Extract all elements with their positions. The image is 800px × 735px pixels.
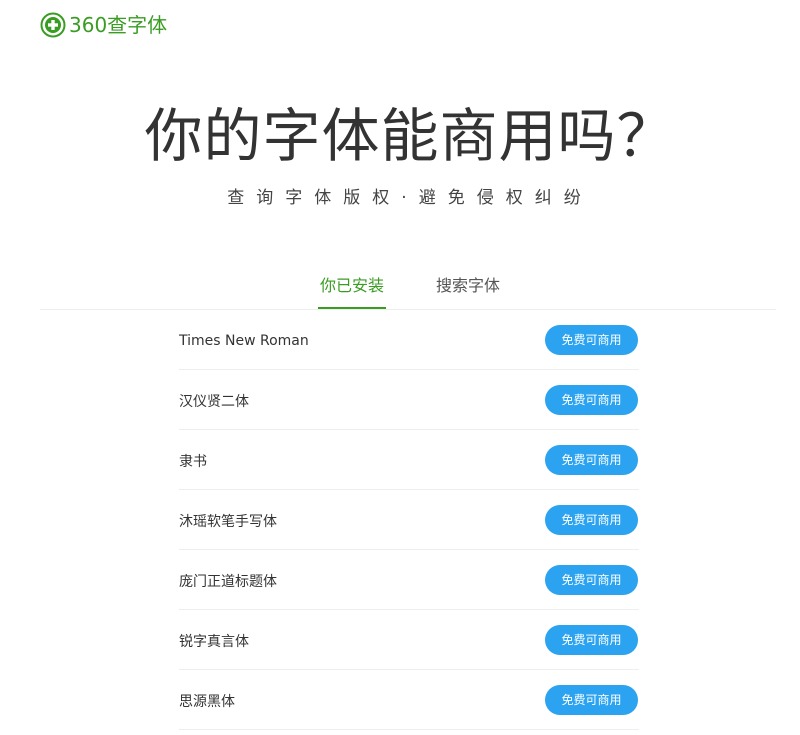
license-status-button[interactable]: 免费可商用: [545, 324, 638, 355]
font-row-muyao: 沐瑶软笔手写体 免费可商用: [179, 490, 639, 550]
header: 360查字体: [40, 12, 167, 38]
font-name: 思源黑体: [179, 693, 235, 710]
font-name: 锐字真言体: [179, 633, 249, 650]
tab-bar: 你已安装 搜索字体: [0, 271, 800, 309]
font-row-times-new-roman: Times New Roman 免费可商用: [179, 310, 639, 370]
tab-installed[interactable]: 你已安装: [317, 271, 387, 309]
page-title: 你的字体能商用吗？: [144, 102, 676, 170]
plus-circle-logo-icon[interactable]: [40, 12, 66, 38]
font-name: 沐瑶软笔手写体: [179, 513, 277, 530]
font-name: Times New Roman: [179, 332, 309, 349]
license-status-button[interactable]: 免费可商用: [545, 564, 638, 595]
font-name: 隶书: [179, 453, 207, 470]
license-status-button[interactable]: 免费可商用: [545, 444, 638, 475]
font-row-hanyi-xianer: 汉仪贤二体 免费可商用: [179, 370, 639, 430]
font-row-ruizi: 锐字真言体 免费可商用: [179, 610, 639, 670]
logo-text[interactable]: 360查字体: [69, 12, 167, 38]
font-list: Times New Roman 免费可商用 汉仪贤二体 免费可商用 隶书 免费可…: [179, 310, 639, 730]
page-subtitle: 查询字体版权·避免侵权纠纷: [227, 188, 593, 208]
font-row-pangmen: 庞门正道标题体 免费可商用: [179, 550, 639, 610]
license-status-button[interactable]: 免费可商用: [545, 504, 638, 535]
font-name: 庞门正道标题体: [179, 573, 277, 590]
tab-search-fonts[interactable]: 搜索字体: [436, 271, 500, 309]
font-row-siyuan-heiti: 思源黑体 免费可商用: [179, 670, 639, 730]
license-status-button[interactable]: 免费可商用: [545, 384, 638, 415]
license-status-button[interactable]: 免费可商用: [545, 684, 638, 715]
font-name: 汉仪贤二体: [179, 393, 249, 410]
font-row-lishu: 隶书 免费可商用: [179, 430, 639, 490]
license-status-button[interactable]: 免费可商用: [545, 624, 638, 655]
